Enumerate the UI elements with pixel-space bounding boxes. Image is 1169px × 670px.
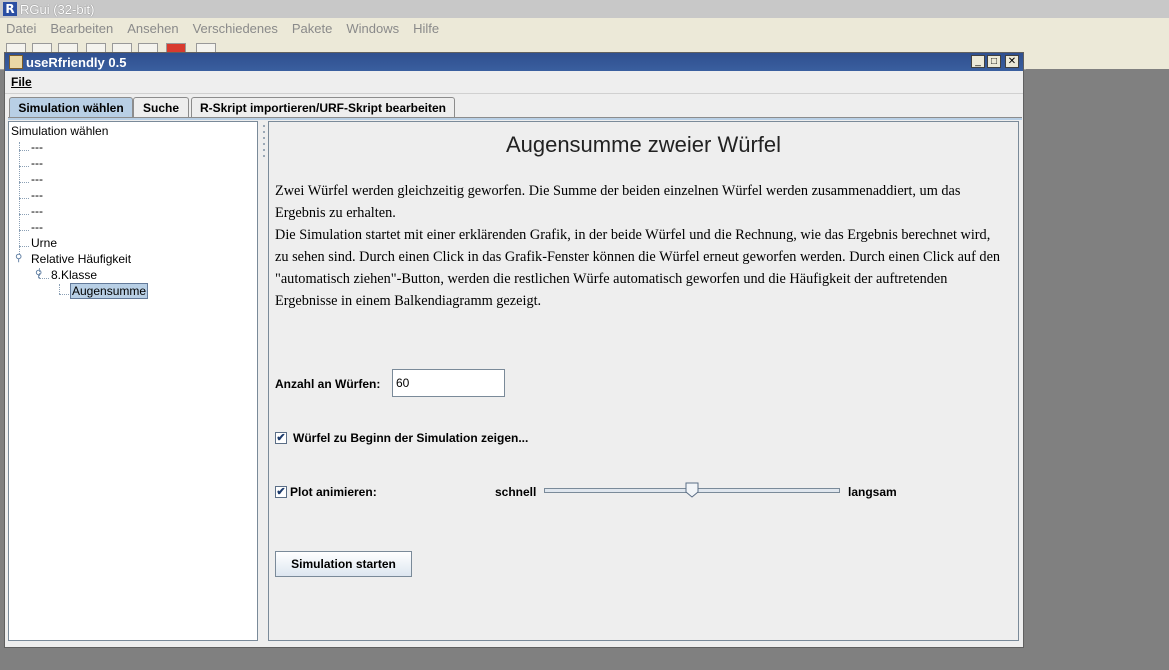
tab-simulation-waehlen[interactable]: Simulation wählen — [9, 97, 133, 117]
menu-ansehen[interactable]: Ansehen — [127, 21, 178, 36]
wuerfel-checkbox[interactable]: ✔ — [275, 432, 287, 444]
menu-file[interactable]: File — [11, 75, 32, 89]
window-title: useRfriendly 0.5 — [26, 54, 127, 70]
menu-bearbeiten[interactable]: Bearbeiten — [50, 21, 113, 36]
rgui-title-bar: R RGui (32-bit) — [0, 0, 1169, 18]
menu-pakete[interactable]: Pakete — [292, 21, 332, 36]
close-button[interactable]: ✕ — [1005, 55, 1019, 68]
description-paragraph: Zwei Würfel werden gleichzeitig geworfen… — [275, 183, 961, 221]
slider-left-label: schnell — [495, 485, 537, 499]
tab-r-skript[interactable]: R-Skript importieren/URF-Skript bearbeit… — [191, 97, 455, 117]
userfriendly-window: useRfriendly 0.5 _ □ ✕ File Simulation w… — [4, 52, 1024, 648]
rgui-toolbar-extension — [1026, 39, 1169, 70]
anzahl-input[interactable] — [392, 369, 505, 397]
tree-item-urne[interactable]: Urne — [31, 236, 57, 250]
tree-item[interactable]: --- — [31, 220, 43, 234]
menu-windows[interactable]: Windows — [346, 21, 399, 36]
slider-right-label: langsam — [848, 485, 897, 499]
simulation-heading: Augensumme zweier Würfel — [505, 132, 782, 157]
split-pane-divider[interactable] — [261, 121, 267, 641]
simulation-detail-panel: Augensumme zweier Würfel Zwei Würfel wer… — [268, 121, 1019, 641]
tab-underline — [8, 117, 1022, 120]
wuerfel-checkbox-label: Würfel zu Beginn der Simulation zeigen..… — [293, 431, 529, 445]
plot-animieren-label: Plot animieren: — [290, 485, 377, 499]
menu-hilfe[interactable]: Hilfe — [413, 21, 439, 36]
tab-suche[interactable]: Suche — [133, 97, 189, 117]
java-cup-icon — [9, 55, 23, 69]
tree-item[interactable]: --- — [31, 156, 43, 170]
rgui-menubar: Datei Bearbeiten Ansehen Verschiedenes P… — [0, 18, 1169, 39]
tree-item-relative-haeufigkeit[interactable]: Relative Häufigkeit — [31, 252, 131, 266]
description-paragraph: Die Simulation startet mit einer erkläre… — [275, 227, 1001, 309]
tree-item[interactable]: --- — [31, 204, 43, 218]
tree-item[interactable]: --- — [31, 140, 43, 154]
expand-handle-icon[interactable]: ⚲ — [35, 269, 42, 280]
simulation-tree: Simulation wählen --- --- --- --- --- --… — [8, 121, 258, 641]
simulation-description: Zwei Würfel werden gleichzeitig geworfen… — [275, 180, 1005, 312]
tree-item[interactable]: --- — [31, 188, 43, 202]
menu-verschiedenes[interactable]: Verschiedenes — [193, 21, 278, 36]
tree-item-augensumme[interactable]: Augensumme — [70, 283, 149, 299]
minimize-button[interactable]: _ — [971, 55, 985, 68]
maximize-button[interactable]: □ — [987, 55, 1001, 68]
expand-handle-icon[interactable]: ⚲ — [15, 253, 22, 264]
tree-item[interactable]: --- — [31, 172, 43, 186]
plot-animieren-checkbox[interactable]: ✔ — [275, 486, 287, 498]
rgui-title: RGui (32-bit) — [20, 1, 95, 17]
tree-item-8-klasse[interactable]: 8.Klasse — [51, 268, 97, 282]
window-title-bar: useRfriendly 0.5 _ □ ✕ — [5, 53, 1023, 71]
menu-datei[interactable]: Datei — [6, 21, 36, 36]
simulation-starten-button[interactable]: Simulation starten — [275, 551, 412, 577]
speed-slider-thumb[interactable] — [685, 482, 699, 498]
rgui-mdi-background — [1026, 69, 1169, 670]
r-logo-icon: R — [3, 2, 17, 16]
anzahl-label: Anzahl an Würfen: — [275, 377, 381, 391]
window-menubar: File — [5, 71, 1023, 94]
tree-root[interactable]: Simulation wählen — [11, 124, 108, 138]
